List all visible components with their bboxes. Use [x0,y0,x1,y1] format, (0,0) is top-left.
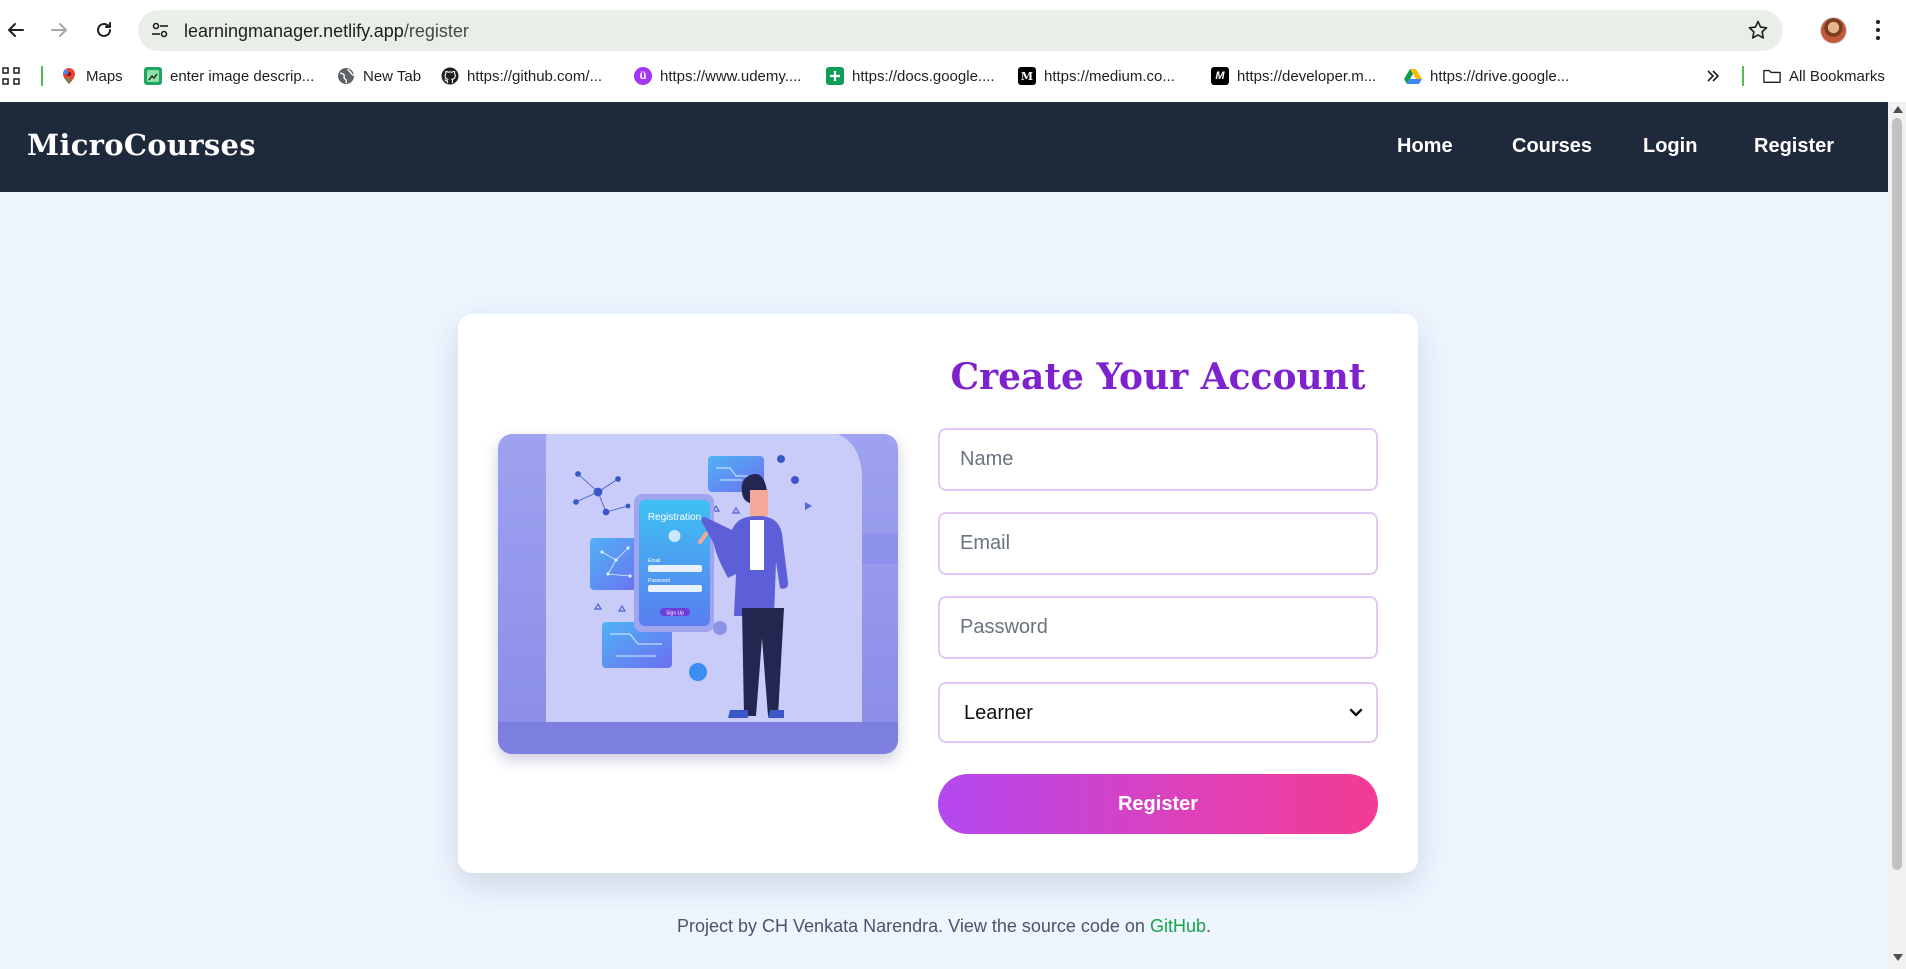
google-drive-icon [1404,67,1422,85]
chevron-down-icon [1348,704,1364,720]
scroll-up-arrow-icon[interactable] [1893,106,1903,113]
all-bookmarks-label: All Bookmarks [1789,67,1885,85]
bookmark-label: Maps [86,67,123,85]
register-card: Registration Email Password Sign Up Crea… [458,314,1418,873]
email-input[interactable] [938,512,1378,575]
medium-icon: M [1018,67,1036,85]
url-path: /register [403,21,469,41]
name-input[interactable] [938,428,1378,491]
bookmarks-overflow-icon[interactable] [1706,64,1720,88]
image-bookmark-icon [144,67,162,85]
all-bookmarks-folder[interactable]: All Bookmarks [1763,64,1885,88]
bookmark-star-icon[interactable] [1747,19,1769,41]
back-icon[interactable] [2,16,30,44]
browser-menu-icon[interactable] [1874,18,1882,42]
bookmark-developer[interactable]: M https://developer.m... [1211,64,1376,88]
bookmark-label: https://developer.m... [1237,67,1377,85]
globe-icon [337,67,355,85]
password-input[interactable] [938,596,1378,659]
bookmark-github[interactable]: https://github.com/... [441,64,602,88]
bookmark-google-drive[interactable]: https://drive.google... [1404,64,1569,88]
bookmark-udemy[interactable]: ü https://www.udemy.... [634,64,801,88]
role-select-value: Learner [964,702,1033,724]
footer-period: . [1205,916,1211,936]
github-link[interactable]: GitHub [1150,916,1206,936]
nav-home[interactable]: Home [1397,135,1453,158]
udemy-icon: ü [634,67,652,85]
bookmark-label: https://www.udemy.... [660,67,802,85]
scrollbar-thumb[interactable] [1892,118,1902,870]
illustration-email-label: Email [648,558,661,564]
google-sheets-icon [826,67,844,85]
forward-icon[interactable] [45,16,73,44]
bookmark-label: https://drive.google... [1430,67,1570,85]
bookmark-maps[interactable]: Maps [60,64,123,88]
bookmarks-divider [41,66,43,86]
bookmark-google-docs[interactable]: https://docs.google.... [826,64,995,88]
form-title: Create Your Account [950,356,1366,398]
bookmark-label: https://docs.google.... [852,67,995,85]
illustration-password-label: Password [648,578,670,584]
bookmark-label: https://medium.co... [1044,67,1175,85]
site-header: MicroCourses Home Courses Login Register [0,102,1888,192]
footer-text: Project by CH Venkata Narendra. View the… [677,916,1150,936]
nav-courses[interactable]: Courses [1512,135,1592,158]
bookmark-label: New Tab [363,67,422,85]
maps-icon [60,67,78,85]
nav-register[interactable]: Register [1754,135,1834,158]
bookmark-medium[interactable]: M https://medium.co... [1018,64,1175,88]
bookmark-label: enter image descrip... [170,67,315,85]
bookmark-label: https://github.com/... [467,67,603,85]
scroll-down-arrow-icon[interactable] [1893,954,1903,961]
mdn-icon: M [1211,67,1229,85]
profile-avatar[interactable] [1820,17,1847,44]
register-button[interactable]: Register [938,774,1378,834]
bookmark-new-tab[interactable]: New Tab [337,64,421,88]
registration-illustration: Registration Email Password Sign Up [498,434,898,754]
illustration-screen-title: Registration [648,512,701,523]
brand-logo[interactable]: MicroCourses [27,128,256,162]
bookmarks-divider [1742,66,1744,86]
illustration-signup-button: Sign Up [666,611,684,617]
url-host: learningmanager.netlify.app [184,21,404,41]
github-icon [441,67,459,85]
bookmark-image-description[interactable]: enter image descrip... [144,64,314,88]
reload-icon[interactable] [90,16,118,44]
role-select[interactable]: Learner [938,682,1378,743]
footer: Project by CH Venkata Narendra. View the… [0,916,1888,937]
folder-icon [1763,67,1781,85]
site-settings-icon[interactable] [150,20,170,40]
apps-icon[interactable] [2,64,20,88]
address-bar[interactable]: learningmanager.netlify.app/register [138,10,1783,51]
url-text[interactable]: learningmanager.netlify.app/register [184,21,469,42]
nav-login[interactable]: Login [1643,135,1697,158]
browser-toolbar: learningmanager.netlify.app/register [0,0,1906,60]
